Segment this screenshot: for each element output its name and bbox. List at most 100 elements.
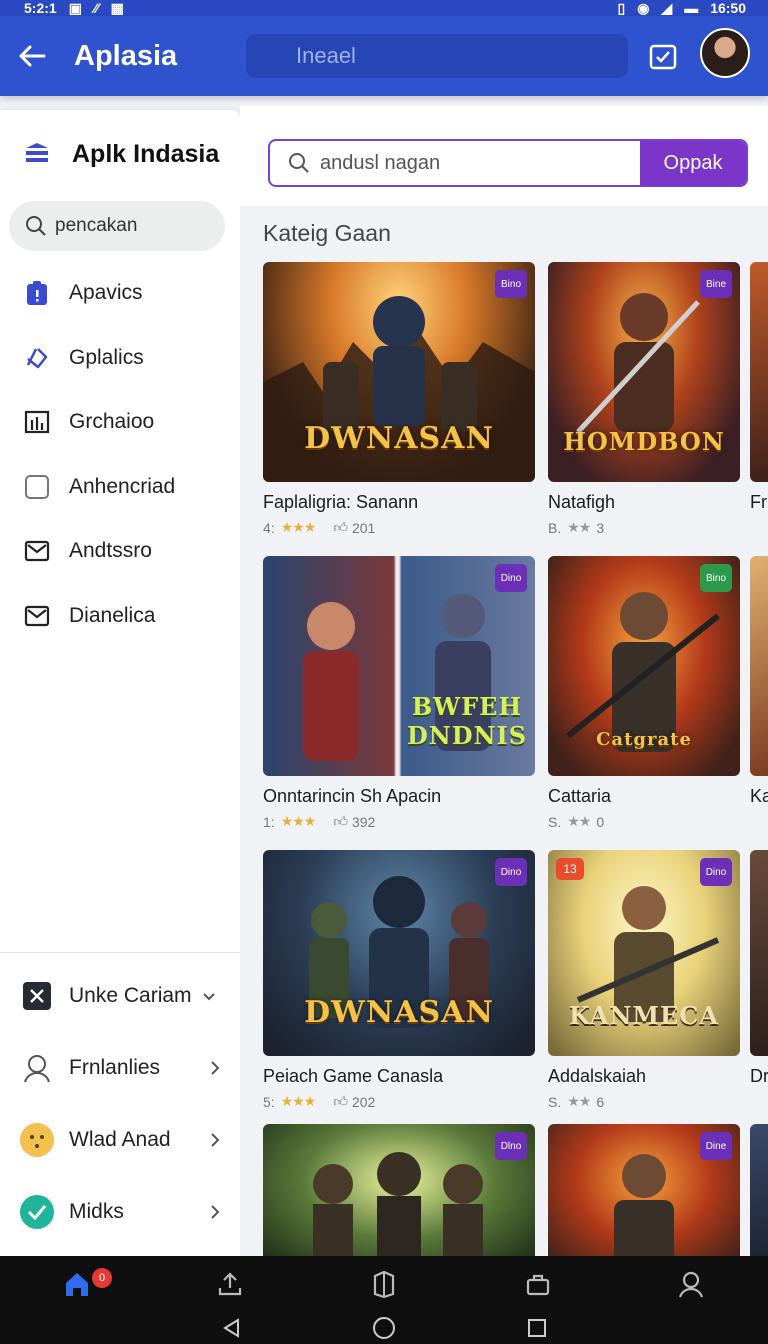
- sidebar-item-apavics[interactable]: Apavics: [0, 261, 240, 326]
- game-card[interactable]: Dino BWFEH DNDNIS Onntarincin Sh Apacin …: [263, 556, 535, 830]
- search-icon: [26, 216, 46, 236]
- game-card[interactable]: Dino DWNASAN Peiach Game Canasla 5: ★★★ …: [263, 850, 535, 1110]
- sidebar-header: Aplk Indasia: [0, 110, 240, 198]
- signal-mute-icon: ⁄⁄: [93, 0, 99, 16]
- game-badge: Dino: [495, 564, 527, 592]
- app-bar: Aplasia Ineael: [0, 16, 768, 96]
- mail-icon: [22, 536, 52, 566]
- game-logo-text: HOMDBON: [563, 427, 725, 456]
- system-navigation: [0, 1312, 768, 1344]
- signal-icon: ◢: [661, 0, 673, 16]
- game-meta: B. ★★ 3: [548, 519, 740, 536]
- game-logo-text: DWNASAN: [304, 421, 494, 456]
- sidebar-item-unke-cariam[interactable]: Unke Cariam: [0, 960, 240, 1032]
- thumbs-up-icon: 👍︎: [333, 813, 348, 829]
- top-search-input[interactable]: Ineael: [246, 34, 628, 78]
- tab-bag[interactable]: [461, 1256, 615, 1312]
- game-cover-image: [750, 1124, 768, 1256]
- game-card-partial[interactable]: Fr: [750, 262, 768, 513]
- game-rating: B.: [548, 519, 562, 536]
- sidebar-item-wlad-anad[interactable]: Wlad Anad: [0, 1104, 240, 1176]
- sim-icon: ▯: [617, 0, 626, 16]
- game-card[interactable]: Bine HOMDBON Natafigh B. ★★ 3: [548, 262, 740, 536]
- tab-home[interactable]: 0: [0, 1256, 154, 1312]
- game-badge: Bino: [495, 270, 527, 298]
- game-card[interactable]: Dlno: [263, 1124, 535, 1256]
- checkbox-button[interactable]: [646, 40, 680, 74]
- game-badge: Dlno: [495, 1132, 527, 1160]
- sidebar-item-gplalics[interactable]: Gplalics: [0, 326, 240, 391]
- game-card-partial[interactable]: Ka: [750, 556, 768, 807]
- game-downloads: 202: [351, 1093, 376, 1110]
- game-cover-image: [750, 262, 768, 482]
- status-bar: 5:2:1 ▣ ⁄⁄ ▦ ▯ ◉ ◢ ▬ 16:50: [0, 0, 768, 16]
- sidebar-item-frnlanlies[interactable]: Frnlanlies: [0, 1032, 240, 1104]
- sidebar-search-input[interactable]: pencakan: [9, 201, 225, 251]
- main-search-input[interactable]: andusl nagan: [270, 141, 640, 185]
- keyboard-icon: ▦: [110, 0, 124, 16]
- game-cover-image: [750, 850, 768, 1056]
- back-button[interactable]: [2, 16, 62, 96]
- game-card[interactable]: 13 Dino KANMECA Addalskaiah S. ★★ 6: [548, 850, 740, 1110]
- game-logo-text: DWNASAN: [304, 995, 494, 1030]
- game-card[interactable]: Dine: [548, 1124, 740, 1256]
- game-badge: Dino: [495, 858, 527, 886]
- game-title: Faplaligria: Sanann: [263, 492, 419, 512]
- sidebar-item-midks[interactable]: Midks: [0, 1176, 240, 1248]
- notification-icon: ▣: [68, 0, 82, 16]
- notification-badge: 0: [92, 1268, 112, 1288]
- game-cover-image: Dino DWNASAN: [263, 850, 535, 1056]
- game-card[interactable]: Bino DWNASAN Faplaligria: Sanann 4: ★★★ …: [263, 262, 535, 536]
- thumbs-up-icon: 👍︎: [333, 519, 348, 535]
- game-card-partial[interactable]: Dr: [750, 850, 768, 1087]
- main-content: andusl nagan Oppak Kateig Gaan Bino DWNA…: [240, 106, 768, 1256]
- user-icon: [19, 1050, 55, 1086]
- tab-storage[interactable]: [307, 1256, 461, 1312]
- game-cover-image: Dlno: [263, 1124, 535, 1256]
- sidebar-item-dianelica[interactable]: Dianelica: [0, 584, 240, 649]
- storage-icon: [373, 1270, 395, 1298]
- game-cover-image: Bine HOMDBON: [548, 262, 740, 482]
- emoji-icon: [19, 1122, 55, 1158]
- game-title: Cattaria: [548, 786, 612, 806]
- game-meta: 1: ★★★ 👍︎ 392: [263, 813, 535, 830]
- rating-stars: ★★★: [280, 1093, 317, 1109]
- clipboard-alert-icon: [22, 278, 52, 308]
- game-cover-image: Bino DWNASAN: [263, 262, 535, 482]
- game-title: Fr: [750, 492, 767, 512]
- sidebar-item-label: Anhencriad: [69, 474, 176, 498]
- system-recents-icon[interactable]: [526, 1317, 548, 1339]
- system-back-icon[interactable]: [220, 1317, 242, 1339]
- chevron-right-icon: [210, 1176, 220, 1248]
- bottom-navigation: 0: [0, 1256, 768, 1344]
- game-title: Peiach Game Canasla: [263, 1066, 444, 1086]
- sidebar-item-grchaioo[interactable]: Grchaioo: [0, 390, 240, 455]
- main-search-bar: andusl nagan Oppak: [268, 139, 748, 187]
- sidebar-item-andtssro[interactable]: Andtssro: [0, 519, 240, 584]
- sidebar-item-label: Andtssro: [69, 539, 152, 563]
- game-card-partial[interactable]: [750, 1124, 768, 1256]
- game-rating: S.: [548, 813, 562, 830]
- game-title: Addalskaiah: [548, 1066, 647, 1086]
- game-card[interactable]: Bino Catgrate Cattaria S. ★★ 0: [548, 556, 740, 830]
- game-rating: 5:: [263, 1093, 275, 1110]
- game-meta: S. ★★ 0: [548, 813, 740, 830]
- avatar[interactable]: [700, 28, 750, 78]
- menu-icon[interactable]: [22, 139, 52, 169]
- sidebar-item-anhencriad[interactable]: Anhencriad: [0, 455, 240, 520]
- game-cover-image: Bino Catgrate: [548, 556, 740, 776]
- puzzle-icon: [22, 343, 52, 373]
- system-home-icon[interactable]: [372, 1316, 396, 1340]
- game-meta: S. ★★ 6: [548, 1093, 740, 1110]
- game-downloads: 201: [351, 519, 376, 536]
- search-button[interactable]: Oppak: [640, 141, 746, 185]
- game-downloads: 6: [596, 1093, 605, 1110]
- tab-profile[interactable]: [614, 1256, 768, 1312]
- rating-stars: ★★: [567, 1093, 591, 1109]
- arrow-left-icon: [19, 45, 46, 67]
- chevron-right-icon: [210, 1104, 220, 1176]
- game-cover-image: Dine: [548, 1124, 740, 1256]
- game-meta: 4: ★★★ 👍︎ 201: [263, 519, 535, 536]
- game-logo-text: BWFEH DNDNIS: [406, 692, 528, 750]
- tab-upload[interactable]: [154, 1256, 308, 1312]
